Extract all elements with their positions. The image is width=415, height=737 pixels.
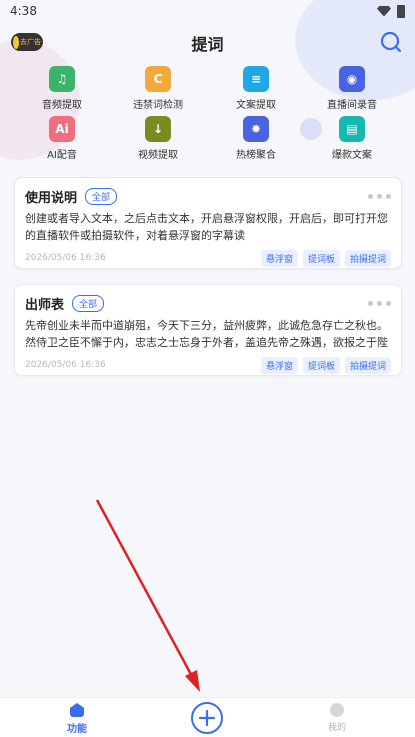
function-item[interactable]: C 违禁词检测 bbox=[108, 66, 208, 111]
remove-ads-label: 去广告 bbox=[20, 38, 41, 46]
nav-label: 我的 bbox=[327, 723, 346, 733]
video-extract-icon: ↓ bbox=[145, 116, 171, 142]
ai-dub-icon: Ai bbox=[49, 116, 75, 142]
search-icon[interactable] bbox=[379, 30, 403, 54]
shoot-prompter-button[interactable]: 拍摄提词 bbox=[344, 249, 391, 267]
card-title: 出师表 bbox=[25, 297, 65, 313]
script-card[interactable]: 出师表 全部 先帝创业未半而中道崩殂，今天下三分，益州疲弊，此诚危急存亡之秋也。… bbox=[14, 284, 402, 376]
category-tag[interactable]: 全部 bbox=[85, 187, 118, 205]
function-item[interactable]: ◉ 直播间录音 bbox=[302, 66, 402, 111]
nav-tab-me[interactable]: 我的 bbox=[316, 703, 358, 733]
prompter-board-button[interactable]: 提词板 bbox=[302, 356, 340, 374]
script-card[interactable]: 使用说明 全部 创建或者导入文本，之后点击文本，开启悬浮窗权限，开启后，即可打开… bbox=[14, 177, 402, 269]
function-item[interactable]: Ai AI配音 bbox=[12, 116, 112, 161]
card-body: 先帝创业未半而中道崩殂，今天下三分，益州疲弊，此诚危急存亡之秋也。然侍卫之臣不懈… bbox=[25, 319, 388, 349]
function-label: 直播间录音 bbox=[327, 100, 377, 111]
more-options-icon[interactable] bbox=[368, 193, 391, 199]
page-title: 提词 bbox=[191, 35, 224, 54]
function-item[interactable]: ↓ 视频提取 bbox=[108, 116, 208, 161]
card-body: 创建或者导入文本，之后点击文本，开启悬浮窗权限，开启后，即可打开您的直播软件或拍… bbox=[25, 212, 388, 242]
bottom-nav: 功能 我的 bbox=[0, 697, 415, 737]
shoot-prompter-button[interactable]: 拍摄提词 bbox=[344, 356, 391, 374]
prompter-board-button[interactable]: 提词板 bbox=[302, 249, 340, 267]
hot-list-icon: ✹ bbox=[243, 116, 269, 142]
wifi-icon bbox=[377, 5, 391, 17]
function-label: 视频提取 bbox=[138, 150, 178, 161]
audio-extract-icon: ♫ bbox=[49, 66, 75, 92]
function-label: AI配音 bbox=[47, 150, 77, 161]
plus-icon bbox=[198, 709, 216, 727]
function-label: 文案提取 bbox=[236, 100, 276, 111]
remove-ads-button[interactable]: 去广告 bbox=[11, 33, 43, 51]
banned-words-icon: C bbox=[145, 66, 171, 92]
floating-window-button[interactable]: 悬浮窗 bbox=[260, 249, 298, 267]
nav-label: 功能 bbox=[67, 724, 87, 735]
battery-icon bbox=[397, 4, 405, 18]
add-button[interactable] bbox=[191, 702, 223, 734]
function-item[interactable]: ≡ 文案提取 bbox=[206, 66, 306, 111]
header: 去广告 提词 bbox=[0, 26, 415, 60]
card-timestamp: 2026/05/06 16:36 bbox=[25, 360, 106, 370]
user-icon bbox=[330, 703, 344, 717]
copy-extract-icon: ≡ bbox=[243, 66, 269, 92]
category-tag[interactable]: 全部 bbox=[72, 294, 105, 312]
nav-tab-functions[interactable]: 功能 bbox=[56, 703, 98, 735]
status-bar: 4:38 bbox=[0, 0, 415, 22]
function-label: 违禁词检测 bbox=[133, 100, 183, 111]
hot-copy-icon: ▤ bbox=[339, 116, 365, 142]
status-time: 4:38 bbox=[10, 4, 37, 18]
function-item[interactable]: ✹ 热榜聚合 bbox=[206, 116, 306, 161]
coin-icon bbox=[13, 35, 19, 49]
card-timestamp: 2026/05/06 16:36 bbox=[25, 253, 106, 263]
card-title: 使用说明 bbox=[25, 190, 78, 206]
function-label: 爆款文案 bbox=[332, 150, 372, 161]
function-label: 音频提取 bbox=[42, 100, 82, 111]
live-record-icon: ◉ bbox=[339, 66, 365, 92]
function-label: 热榜聚合 bbox=[236, 150, 276, 161]
function-item[interactable]: ▤ 爆款文案 bbox=[302, 116, 402, 161]
home-icon bbox=[70, 703, 84, 717]
more-options-icon[interactable] bbox=[368, 300, 391, 306]
function-item[interactable]: ♫ 音频提取 bbox=[12, 66, 112, 111]
floating-window-button[interactable]: 悬浮窗 bbox=[260, 356, 298, 374]
